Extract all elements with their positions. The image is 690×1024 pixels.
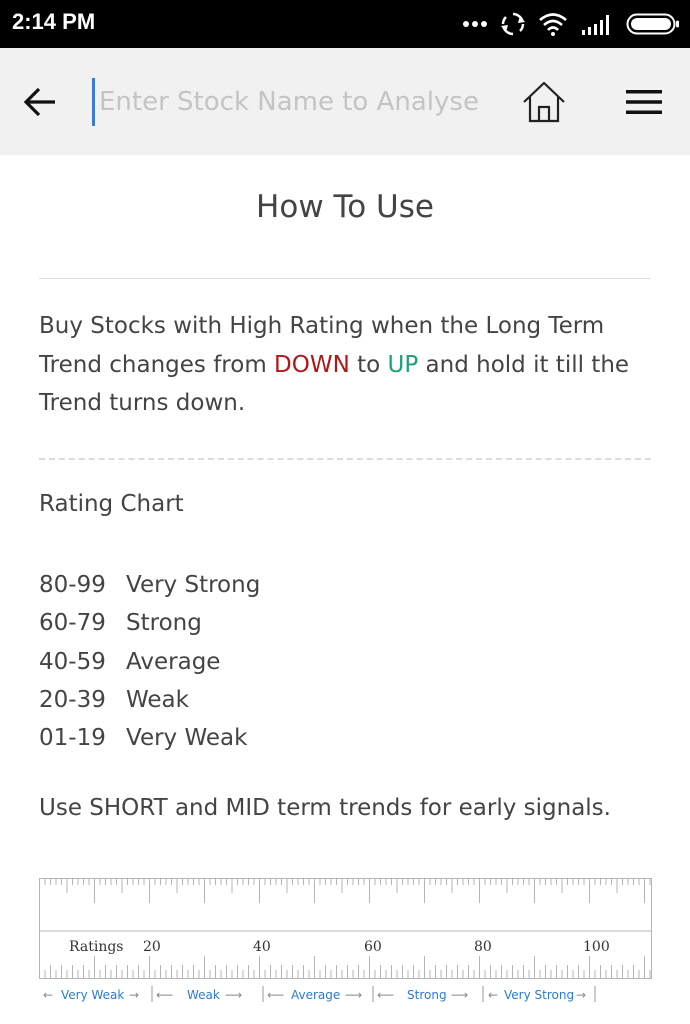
more-dots-icon bbox=[463, 21, 487, 27]
rating-label: Average bbox=[126, 648, 221, 675]
ruler-band-label: Average bbox=[291, 988, 340, 1002]
page-title: How To Use bbox=[256, 189, 434, 225]
rating-label: Very Strong bbox=[126, 572, 261, 598]
band-arrow-right-icon: ⟶ bbox=[345, 988, 362, 1002]
toolbar bbox=[0, 48, 690, 155]
ruler-label: Ratings bbox=[69, 939, 123, 955]
status-icons bbox=[462, 8, 680, 40]
rating-label: Weak bbox=[126, 686, 189, 713]
rating-row: 20-39 Weak bbox=[39, 681, 651, 719]
up-word: UP bbox=[387, 351, 419, 378]
rating-row: 40-59 Average bbox=[39, 643, 651, 681]
home-icon bbox=[523, 81, 565, 123]
title-divider bbox=[39, 278, 651, 279]
ruler-band-label: Weak bbox=[187, 988, 220, 1002]
band-arrow-right-icon: → bbox=[576, 988, 586, 1002]
rating-range: 40-59 bbox=[39, 648, 106, 675]
battery-icon bbox=[626, 13, 679, 35]
band-arrow-left-icon: ⟵ bbox=[377, 988, 394, 1002]
band-arrow-left-icon: ⟵ bbox=[267, 988, 284, 1002]
band-arrow-left-icon: ← bbox=[43, 988, 53, 1002]
rating-label: Strong bbox=[126, 610, 202, 637]
intro-text: Buy Stocks with High Rating when the Lon… bbox=[39, 307, 651, 423]
band-arrow-left-icon: ⟵ bbox=[156, 988, 173, 1002]
search-input[interactable] bbox=[92, 78, 492, 126]
rating-range: 01-19 bbox=[39, 725, 106, 752]
ruler-tick-label: 40 bbox=[253, 939, 271, 955]
status-time: 2:14 PM bbox=[12, 9, 96, 34]
home-button[interactable] bbox=[518, 76, 570, 128]
ruler-band-label: Strong bbox=[407, 988, 447, 1002]
ruler-band-label: Very Strong bbox=[504, 988, 574, 1002]
band-arrow-right-icon: → bbox=[129, 988, 139, 1002]
back-button[interactable] bbox=[18, 80, 62, 124]
rating-ruler: Ratings 20 40 60 80 100 ← Very Weak → ⟵ … bbox=[39, 878, 652, 1002]
intro-part-2: to bbox=[349, 351, 388, 378]
ruler-bands: ← Very Weak → ⟵ Weak ⟶ ⟵ Average ⟶ ⟵ Str… bbox=[43, 986, 596, 1002]
ruler-tick-label: 60 bbox=[364, 939, 382, 955]
rating-row: 60-79 Strong bbox=[39, 604, 651, 642]
rating-range: 20-39 bbox=[39, 686, 106, 713]
rating-list: 80-99 Very Strong 60-79 Strong 40-59 Ave… bbox=[39, 566, 651, 757]
wifi-icon bbox=[539, 13, 567, 36]
rating-range: 60-79 bbox=[39, 610, 106, 637]
band-arrow-left-icon: ← bbox=[488, 988, 498, 1002]
sync-icon bbox=[501, 12, 525, 36]
ruler-tick-label: 80 bbox=[474, 939, 492, 955]
menu-button[interactable] bbox=[620, 78, 668, 126]
band-arrow-right-icon: ⟶ bbox=[451, 988, 468, 1002]
signal-icon bbox=[582, 15, 609, 35]
rating-row: 01-19 Very Weak bbox=[39, 719, 651, 757]
menu-icon bbox=[626, 90, 662, 114]
status-bar: 2:14 PM bbox=[0, 0, 690, 48]
band-arrow-right-icon: ⟶ bbox=[225, 988, 242, 1002]
rating-range: 80-99 bbox=[39, 572, 106, 598]
section-divider bbox=[39, 458, 651, 460]
ruler-tick-label: 100 bbox=[583, 939, 610, 955]
back-arrow-icon bbox=[23, 87, 55, 117]
rating-label: Very Weak bbox=[126, 725, 248, 752]
early-signals-note: Use SHORT and MID term trends for early … bbox=[39, 795, 611, 821]
ruler-frame bbox=[39, 878, 652, 979]
rating-row: 80-99 Very Strong bbox=[39, 566, 651, 604]
ruler-band-label: Very Weak bbox=[61, 988, 124, 1002]
rating-chart-heading: Rating Chart bbox=[39, 491, 184, 517]
ruler-tick-label: 20 bbox=[143, 939, 161, 955]
down-word: DOWN bbox=[274, 351, 350, 378]
